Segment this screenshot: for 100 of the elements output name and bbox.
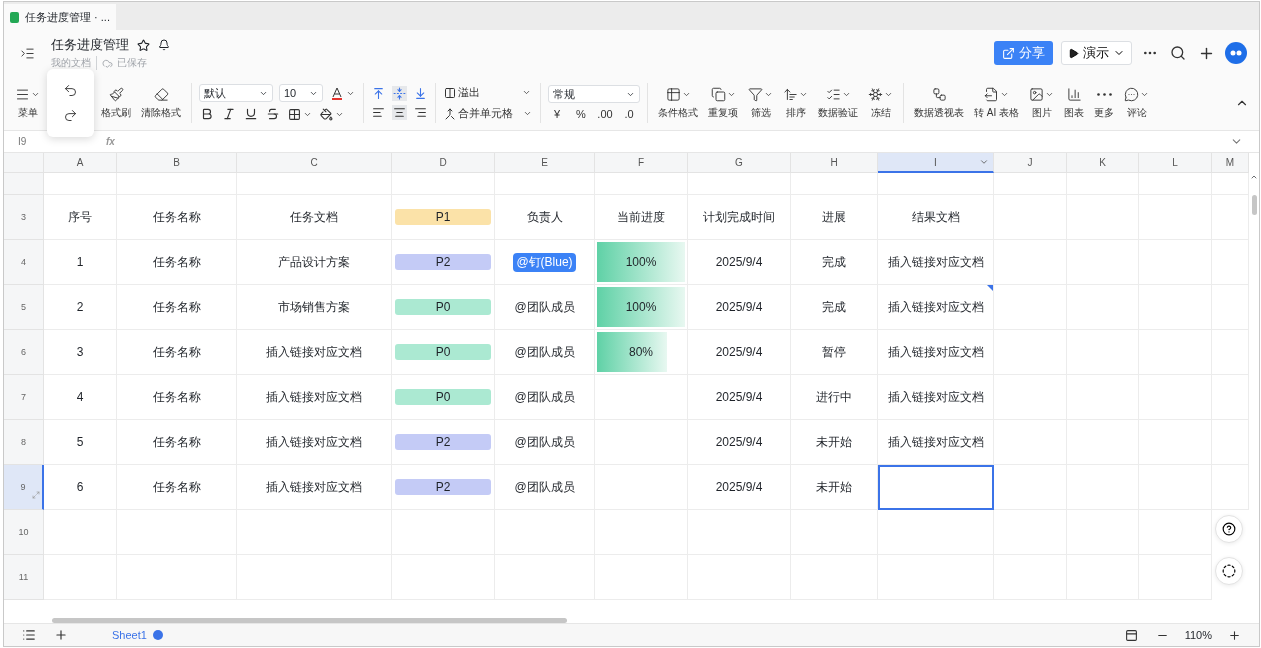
table-cell[interactable]: 任务名称: [117, 375, 237, 420]
number-format-button[interactable]: .00: [596, 107, 614, 121]
table-cell[interactable]: [1067, 173, 1139, 195]
toolbar-button[interactable]: 重复项: [705, 86, 741, 120]
row-header[interactable]: 10: [4, 510, 44, 555]
row-header[interactable]: 6: [4, 330, 44, 375]
table-cell[interactable]: [44, 510, 117, 555]
column-header[interactable]: L: [1139, 153, 1212, 173]
column-header[interactable]: C: [237, 153, 392, 173]
table-cell[interactable]: 100%: [595, 240, 688, 285]
row-header[interactable]: 9: [4, 465, 44, 510]
table-cell[interactable]: 2025/9/4: [688, 240, 791, 285]
table-cell[interactable]: 任务名称: [117, 240, 237, 285]
table-cell[interactable]: P0: [392, 330, 495, 375]
table-cell[interactable]: @团队成员: [495, 375, 595, 420]
row-header[interactable]: 11: [4, 555, 44, 600]
column-header[interactable]: G: [688, 153, 791, 173]
table-cell[interactable]: 插入链接对应文档: [878, 375, 994, 420]
table-cell[interactable]: [791, 173, 878, 195]
present-button[interactable]: 演示: [1061, 41, 1132, 65]
table-cell[interactable]: 结果文档: [878, 195, 994, 240]
table-cell[interactable]: 2025/9/4: [688, 465, 791, 510]
table-cell[interactable]: [44, 555, 117, 600]
table-cell[interactable]: 2025/9/4: [688, 285, 791, 330]
merge-cells-button[interactable]: 合并单元格: [443, 105, 533, 122]
align-middle-icon[interactable]: [392, 86, 407, 101]
table-cell[interactable]: 2025/9/4: [688, 375, 791, 420]
table-cell[interactable]: P1: [392, 195, 495, 240]
table-cell[interactable]: [994, 465, 1067, 510]
column-header[interactable]: M: [1212, 153, 1249, 173]
table-cell[interactable]: [994, 240, 1067, 285]
align-top-icon[interactable]: [371, 86, 386, 101]
table-cell[interactable]: 插入链接对应文档: [237, 420, 392, 465]
toolbar-button[interactable]: 转 AI 表格: [971, 86, 1022, 120]
table-cell[interactable]: @团队成员: [495, 285, 595, 330]
table-cell[interactable]: 2: [44, 285, 117, 330]
table-cell[interactable]: 插入链接对应文档: [237, 375, 392, 420]
table-cell[interactable]: 6: [44, 465, 117, 510]
table-cell[interactable]: 完成: [791, 240, 878, 285]
table-cell[interactable]: 插入链接对应文档: [878, 420, 994, 465]
column-header[interactable]: A: [44, 153, 117, 173]
cell-reference[interactable]: I9: [4, 136, 106, 147]
toolbar-button[interactable]: 排序: [780, 86, 811, 120]
overflow-button[interactable]: 溢出: [443, 84, 533, 101]
table-cell[interactable]: 当前进度: [595, 195, 688, 240]
menu-button[interactable]: 菜单: [12, 86, 43, 120]
row-header[interactable]: 4: [4, 240, 44, 285]
table-cell[interactable]: 任务名称: [117, 285, 237, 330]
table-cell[interactable]: [495, 173, 595, 195]
align-right-icon[interactable]: [413, 105, 428, 120]
table-cell[interactable]: 任务名称: [117, 465, 237, 510]
toolbar-button[interactable]: 数据验证: [815, 86, 861, 120]
table-cell[interactable]: P2: [392, 420, 495, 465]
table-cell[interactable]: 暂停: [791, 330, 878, 375]
table-cell[interactable]: 80%: [595, 330, 688, 375]
table-cell[interactable]: [994, 173, 1067, 195]
font-color-button[interactable]: [329, 85, 356, 101]
column-header[interactable]: H: [791, 153, 878, 173]
table-cell[interactable]: @团队成员: [495, 465, 595, 510]
row-header[interactable]: 7: [4, 375, 44, 420]
table-cell[interactable]: P0: [392, 285, 495, 330]
table-cell[interactable]: 插入链接对应文档: [237, 465, 392, 510]
toolbar-button[interactable]: 更多: [1091, 86, 1117, 120]
scrollbar-thumb[interactable]: [52, 618, 567, 623]
table-cell[interactable]: [994, 510, 1067, 555]
expand-row-icon[interactable]: [32, 491, 40, 499]
mention-chip[interactable]: @钉(Blue): [513, 252, 576, 272]
table-cell[interactable]: 进展: [791, 195, 878, 240]
scrollbar-thumb[interactable]: [1251, 195, 1257, 215]
select-all-corner[interactable]: [4, 153, 44, 173]
column-header[interactable]: D: [392, 153, 495, 173]
help-button[interactable]: [1215, 515, 1243, 543]
table-cell[interactable]: [1139, 173, 1212, 195]
user-avatar[interactable]: [1225, 42, 1247, 64]
row-header[interactable]: [4, 173, 44, 195]
column-header[interactable]: J: [994, 153, 1067, 173]
table-cell[interactable]: 任务文档: [237, 195, 392, 240]
table-cell[interactable]: 任务名称: [117, 420, 237, 465]
table-cell[interactable]: [688, 173, 791, 195]
toolbar-button[interactable]: 冻结: [865, 86, 896, 120]
document-tab[interactable]: 任务进度管理 · ...: [4, 4, 116, 30]
number-format-button[interactable]: ¥: [548, 107, 566, 121]
toolbar-button[interactable]: 数据透视表: [911, 86, 967, 120]
column-header[interactable]: B: [117, 153, 237, 173]
table-cell[interactable]: 未开始: [791, 465, 878, 510]
table-cell[interactable]: 3: [44, 330, 117, 375]
table-cell[interactable]: 2025/9/4: [688, 330, 791, 375]
table-cell[interactable]: 任务名称: [117, 330, 237, 375]
strikethrough-icon[interactable]: [265, 106, 281, 122]
row-header[interactable]: 3: [4, 195, 44, 240]
column-header[interactable]: F: [595, 153, 688, 173]
table-cell[interactable]: @团队成员: [495, 420, 595, 465]
table-cell[interactable]: P2: [392, 465, 495, 510]
bell-icon[interactable]: [158, 39, 170, 51]
toolbar-button[interactable]: 图片: [1026, 86, 1057, 120]
table-cell[interactable]: 100%: [595, 285, 688, 330]
toolbar-button[interactable]: 图表: [1061, 86, 1087, 120]
table-cell[interactable]: [878, 510, 994, 555]
toolbar-button[interactable]: 评论: [1121, 86, 1152, 120]
align-bottom-icon[interactable]: [413, 86, 428, 101]
